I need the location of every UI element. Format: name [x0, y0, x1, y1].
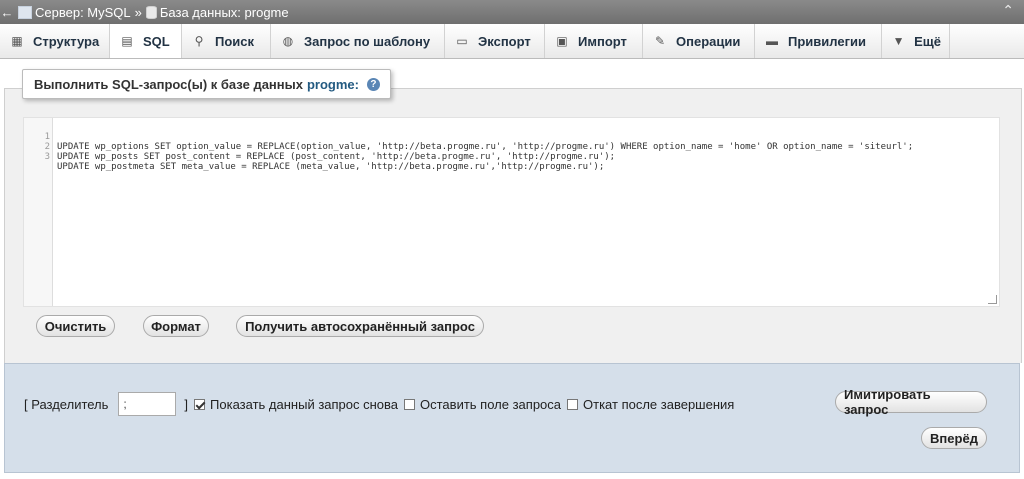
tab-sql[interactable]: ▤ SQL — [110, 24, 182, 58]
tab-more[interactable]: ▼ Ещё — [882, 24, 950, 58]
tab-label: Ещё — [914, 33, 941, 49]
chevron-down-icon: ▼ — [892, 34, 905, 48]
tab-label: Операции — [676, 33, 741, 49]
import-icon: ▣ — [556, 34, 568, 48]
tab-privileges[interactable]: ▬ Привилегии — [755, 24, 882, 58]
query-options-bar: [ Разделитель ; ] Показать данный запрос… — [4, 363, 1020, 473]
tab-structure[interactable]: ▦ Структура — [0, 24, 110, 58]
tab-label: Поиск — [215, 33, 255, 49]
retain-query-box-checkbox[interactable] — [404, 398, 416, 410]
tab-label: Структура — [33, 33, 100, 49]
tab-export[interactable]: ▭ Экспорт — [445, 24, 545, 58]
tab-label: SQL — [143, 33, 170, 49]
rollback-checkbox[interactable] — [567, 398, 579, 410]
tab-search[interactable]: ⚲ Поиск — [182, 24, 271, 58]
code-text: UPDATE wp_posts SET post_content = REPLA… — [57, 152, 616, 162]
query-database-name: progme: — [306, 76, 359, 92]
clear-button[interactable]: Очистить — [36, 315, 115, 337]
search-icon: ⚲ — [194, 34, 204, 48]
get-autosaved-query-button[interactable]: Получить автосохранённый запрос — [236, 315, 484, 337]
breadcrumb-separator: » — [134, 4, 142, 20]
tab-label: Импорт — [578, 33, 627, 49]
breadcrumb-database[interactable]: База данных: progme — [142, 5, 289, 20]
tab-label: Экспорт — [478, 33, 531, 49]
database-icon — [145, 5, 157, 19]
tab-label: Запрос по шаблону — [304, 33, 431, 49]
back-arrow-icon[interactable]: ← — [0, 5, 14, 20]
retain-query-box-label[interactable]: Оставить поле запроса — [420, 397, 561, 412]
code-line: 2 UPDATE wp_posts SET post_content = REP… — [24, 132, 999, 162]
query-title-text: Выполнить SQL-запрос(ы) к базе данных — [34, 76, 303, 92]
query-icon: ◍ — [282, 34, 294, 48]
line-number: 3 — [44, 152, 50, 162]
help-icon[interactable]: ? — [366, 77, 380, 91]
show-query-again-checkbox[interactable] — [194, 398, 206, 410]
breadcrumb-server[interactable]: Сервер: MySQL — [14, 5, 131, 20]
privileges-icon: ▬ — [766, 34, 778, 48]
options-row: [ Разделитель ; ] Показать данный запрос… — [24, 392, 734, 416]
tab-import[interactable]: ▣ Импорт — [545, 24, 643, 58]
breadcrumb-bar: ← Сервер: MySQL » База данных: progme ⌃ — [0, 0, 1024, 24]
code-text: UPDATE wp_postmeta SET meta_value = REPL… — [57, 162, 605, 172]
breadcrumb-server-label[interactable]: Сервер: MySQL — [35, 5, 131, 20]
code-line: 3 UPDATE wp_postmeta SET meta_value = RE… — [24, 142, 999, 172]
export-icon: ▭ — [456, 34, 468, 48]
wrench-icon: ✎ — [654, 34, 666, 48]
server-icon — [18, 5, 32, 19]
tab-label: Привилегии — [788, 33, 866, 49]
format-button[interactable]: Формат — [143, 315, 209, 337]
simulate-query-button[interactable]: Имитировать запрос — [835, 387, 987, 417]
tab-operations[interactable]: ✎ Операции — [643, 24, 755, 58]
sql-editor[interactable]: 1 UPDATE wp_options SET option_value = R… — [23, 117, 1000, 307]
breadcrumb-database-label[interactable]: База данных: progme — [160, 5, 289, 20]
structure-icon: ▦ — [11, 34, 23, 48]
resize-handle[interactable] — [988, 295, 997, 304]
tab-query[interactable]: ◍ Запрос по шаблону — [271, 24, 445, 58]
show-query-again-label[interactable]: Показать данный запрос снова — [210, 397, 398, 412]
delimiter-label-close: ] — [184, 396, 189, 412]
code-line: 1 UPDATE wp_options SET option_value = R… — [24, 122, 999, 152]
rollback-label[interactable]: Откат после завершения — [583, 397, 734, 412]
delimiter-input[interactable]: ; — [118, 392, 177, 416]
sql-icon: ▤ — [121, 34, 133, 48]
collapse-icon[interactable]: ⌃ — [1002, 2, 1014, 19]
delimiter-label: [ Разделитель — [24, 396, 109, 412]
go-button[interactable]: Вперёд — [921, 427, 987, 449]
query-panel-title: Выполнить SQL-запрос(ы) к базе данных pr… — [22, 69, 391, 99]
main-tabs: ▦ Структура ▤ SQL ⚲ Поиск ◍ Запрос по ша… — [0, 24, 1024, 59]
